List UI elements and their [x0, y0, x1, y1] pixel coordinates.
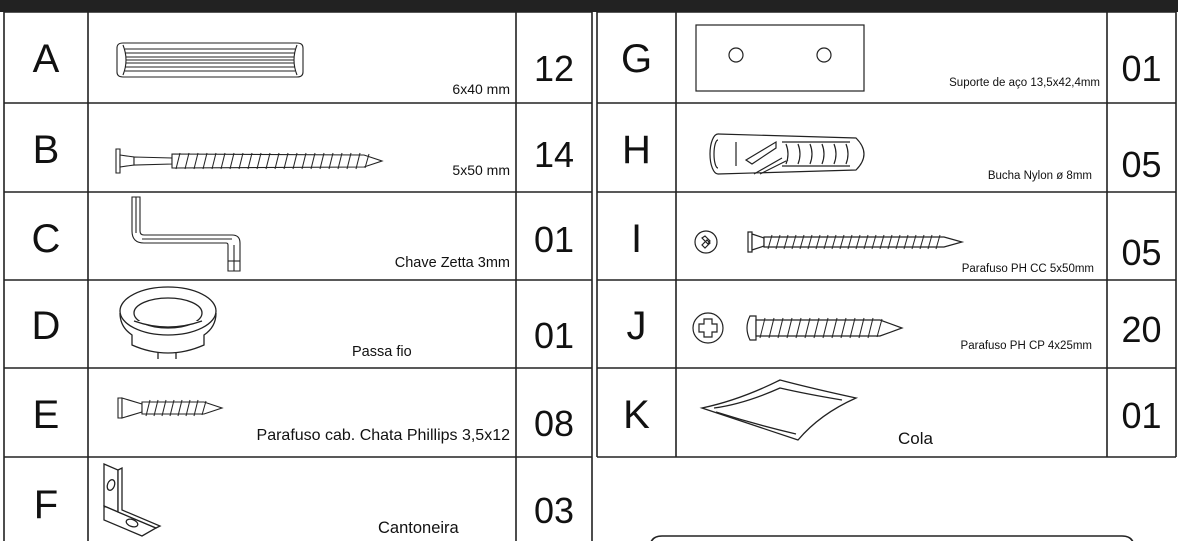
part-desc-c: Chave Zetta 3mm — [394, 255, 510, 271]
part-desc-i: Parafuso PH CC 5x50mm — [961, 263, 1094, 275]
part-desc-f: Cantoneira — [378, 519, 459, 537]
hardware-parts-sheet: A B C D E F 12 14 01 01 08 03 6x40 mm 5x… — [0, 0, 1178, 541]
part-desc-g: Suporte de aço 13,5x42,4mm — [949, 77, 1100, 89]
part-qty-a: 12 — [533, 48, 575, 89]
countersunk-screw-icon — [694, 230, 965, 254]
part-letter-d: D — [31, 304, 61, 348]
part-qty-b: 14 — [533, 134, 575, 175]
part-letter-i: I — [630, 217, 643, 261]
confirmat-screw-icon — [115, 148, 384, 174]
part-letter-k: K — [623, 393, 650, 437]
part-desc-h: Bucha Nylon ø 8mm — [987, 170, 1092, 182]
part-desc-d: Passa fio — [352, 344, 412, 360]
part-letter-e: E — [32, 393, 60, 437]
part-desc-b: 5x50 mm — [452, 162, 510, 178]
part-qty-k: 01 — [1121, 395, 1162, 436]
part-desc-k: Cola — [898, 429, 933, 448]
cable-grommet-icon — [119, 286, 217, 359]
part-letter-g: G — [620, 37, 653, 81]
part-letter-a: A — [32, 37, 60, 81]
corner-bracket-icon — [103, 463, 162, 537]
pan-head-screw-icon — [692, 312, 904, 344]
part-letter-c: C — [31, 217, 61, 261]
flat-head-screw-icon — [117, 397, 224, 419]
part-qty-h: 05 — [1121, 144, 1162, 185]
part-letter-j: J — [626, 304, 647, 348]
steel-bracket-plate-icon — [695, 24, 865, 92]
part-desc-a: 6x40 mm — [452, 81, 510, 97]
glue-sachet-icon — [699, 379, 859, 441]
part-letter-h: H — [622, 128, 651, 172]
part-desc-e: Parafuso cab. Chata Phillips 3,5x12 — [256, 427, 510, 444]
part-desc-j: Parafuso PH CP 4x25mm — [960, 340, 1092, 352]
part-qty-f: 03 — [533, 490, 575, 531]
part-qty-d: 01 — [533, 315, 575, 356]
part-letter-b: B — [32, 128, 60, 172]
part-qty-c: 01 — [533, 219, 575, 260]
part-qty-g: 01 — [1121, 48, 1162, 89]
part-letter-f: F — [33, 483, 59, 527]
part-qty-e: 08 — [533, 403, 575, 444]
nylon-wall-plug-icon — [709, 133, 865, 175]
allen-key-icon — [131, 196, 241, 272]
part-qty-i: 05 — [1121, 232, 1162, 273]
wood-dowel-icon — [116, 42, 304, 78]
part-qty-j: 20 — [1121, 309, 1162, 350]
